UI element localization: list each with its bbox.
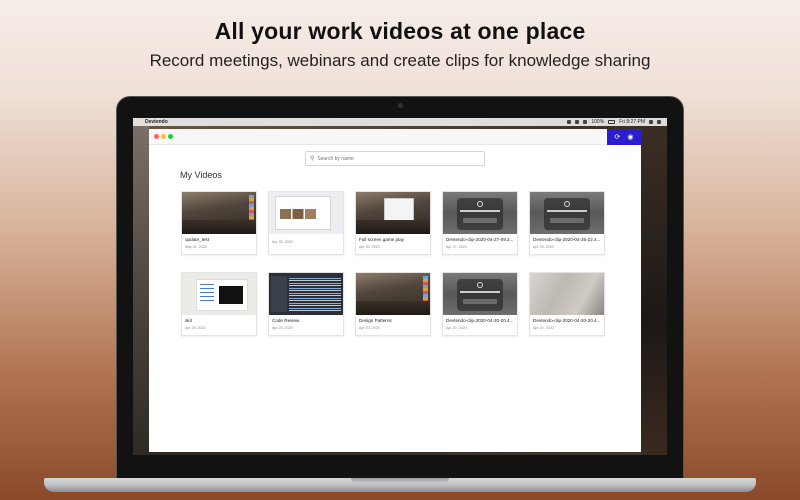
video-date: Apr 20, 2020 <box>185 326 206 330</box>
laptop-notch <box>351 478 449 483</box>
video-thumbnail[interactable] <box>269 273 343 315</box>
video-date: Apr 20, 2020 <box>446 326 467 330</box>
video-title: Devtendo-clip-2020-04-27-09.2... <box>446 237 514 242</box>
video-card[interactable]: Code Review Apr 20, 2020 <box>268 272 344 336</box>
video-title: Devtendo-clip-2020-04-20-20.4... <box>533 318 601 323</box>
control-center-icon[interactable] <box>657 120 661 124</box>
video-card[interactable]: Devtendo-clip-2020-04-27-09.2... Apr 27, … <box>442 191 518 255</box>
refresh-icon[interactable]: ⟳ <box>615 134 621 141</box>
video-date: Apr 30, 2020 <box>359 245 380 249</box>
video-meta: Devtendo-clip-2020-04-20-20.4... Apr 20, … <box>530 315 604 330</box>
close-window-button[interactable] <box>154 134 159 139</box>
video-meta: Devtendo-clip-2020-04-25-22.4... Apr 25, … <box>530 234 604 249</box>
headline: All your work videos at one place <box>214 18 586 44</box>
video-date: Apr 20, 2020 <box>533 326 554 330</box>
laptop-screen: Devtendo 100% Fri 8:27 PM ⟳ ◉ ⚲ Search b… <box>133 118 667 455</box>
video-meta: Code Review Apr 20, 2020 <box>269 315 343 330</box>
video-card[interactable]: Devtendo-clip-2020-04-25-22.4... Apr 25, … <box>529 191 605 255</box>
window-titlebar[interactable]: ⟳ ◉ <box>149 129 641 145</box>
video-thumbnail[interactable] <box>269 192 343 234</box>
video-meta: Devtendo-clip-2020-04-27-09.2... Apr 27, … <box>443 234 517 249</box>
video-meta: Apr 30, 2020 <box>269 234 343 244</box>
video-title: Design Patterns <box>359 318 392 323</box>
desktop-wallpaper-left <box>133 126 149 455</box>
desktop-wallpaper-right <box>641 126 667 455</box>
titlebar-actions: ⟳ ◉ <box>607 129 641 145</box>
devtendo-window: ⟳ ◉ ⚲ My Videos update_test May 01, 2020 A… <box>149 129 641 452</box>
search-icon: ⚲ <box>310 156 315 162</box>
section-title: My Videos <box>180 170 222 180</box>
video-card[interactable]: update_test May 01, 2020 <box>181 191 257 255</box>
tray-airplay-icon[interactable] <box>575 120 580 124</box>
search-icon[interactable] <box>649 120 653 124</box>
menubar-tray: 100% Fri 8:27 PM <box>567 119 661 125</box>
video-title: skit <box>185 318 192 323</box>
tray-app-icon[interactable] <box>567 120 572 124</box>
video-thumbnail[interactable] <box>530 192 604 234</box>
mac-menubar: Devtendo 100% Fri 8:27 PM <box>133 118 667 126</box>
video-meta: Devtendo-clip-2020-04-20-20.4... Apr 20, … <box>443 315 517 330</box>
video-card[interactable]: Full screen game play Apr 30, 2020 <box>355 191 431 255</box>
video-date: Apr 20, 2020 <box>272 326 293 330</box>
video-title: update_test <box>185 237 210 242</box>
video-title: Devtendo-clip-2020-04-25-22.4... <box>533 237 601 242</box>
battery-percent: 100% <box>591 119 605 125</box>
video-thumbnail[interactable] <box>443 192 517 234</box>
video-card[interactable]: Apr 30, 2020 <box>268 191 344 255</box>
video-card[interactable]: skit Apr 20, 2020 <box>181 272 257 336</box>
video-thumbnail[interactable] <box>443 273 517 315</box>
minimize-window-button[interactable] <box>161 134 166 139</box>
video-thumbnail[interactable] <box>356 273 430 315</box>
video-thumbnail[interactable] <box>182 273 256 315</box>
profile-icon[interactable]: ◉ <box>627 134 633 141</box>
menubar-clock[interactable]: Fri 8:27 PM <box>619 119 645 125</box>
video-meta: Design Patterns Apr 20, 2020 <box>356 315 430 330</box>
video-title: Code Review <box>272 318 300 323</box>
video-date: Apr 25, 2020 <box>533 245 554 249</box>
video-meta: update_test May 01, 2020 <box>182 234 256 249</box>
video-thumbnail[interactable] <box>530 273 604 315</box>
video-date: Apr 27, 2020 <box>446 245 467 249</box>
camera-icon <box>398 103 403 108</box>
menubar-app-name[interactable]: Devtendo <box>145 119 168 125</box>
video-card[interactable]: Devtendo-clip-2020-04-20-20.4... Apr 20, … <box>529 272 605 336</box>
video-date: May 01, 2020 <box>185 245 207 249</box>
video-meta: Full screen game play Apr 30, 2020 <box>356 234 430 249</box>
video-card[interactable]: Design Patterns Apr 20, 2020 <box>355 272 431 336</box>
zoom-window-button[interactable] <box>168 134 173 139</box>
video-date: Apr 30, 2020 <box>272 240 293 244</box>
video-title: Full screen game play <box>359 237 404 242</box>
search-input[interactable] <box>317 155 468 162</box>
video-date: Apr 20, 2020 <box>359 326 380 330</box>
video-title: Devtendo-clip-2020-04-20-20.4... <box>446 318 514 323</box>
subheadline: Record meetings, webinars and create cli… <box>149 51 651 70</box>
video-thumbnail[interactable] <box>356 192 430 234</box>
video-card[interactable]: Devtendo-clip-2020-04-20-20.4... Apr 20, … <box>442 272 518 336</box>
video-meta: skit Apr 20, 2020 <box>182 315 256 330</box>
battery-icon[interactable] <box>608 120 616 124</box>
video-grid: update_test May 01, 2020 Apr 30, 2020 Full … <box>181 191 609 336</box>
search-bar: ⚲ <box>305 151 485 166</box>
video-thumbnail[interactable] <box>182 192 256 234</box>
tray-wifi-icon[interactable] <box>583 120 588 124</box>
